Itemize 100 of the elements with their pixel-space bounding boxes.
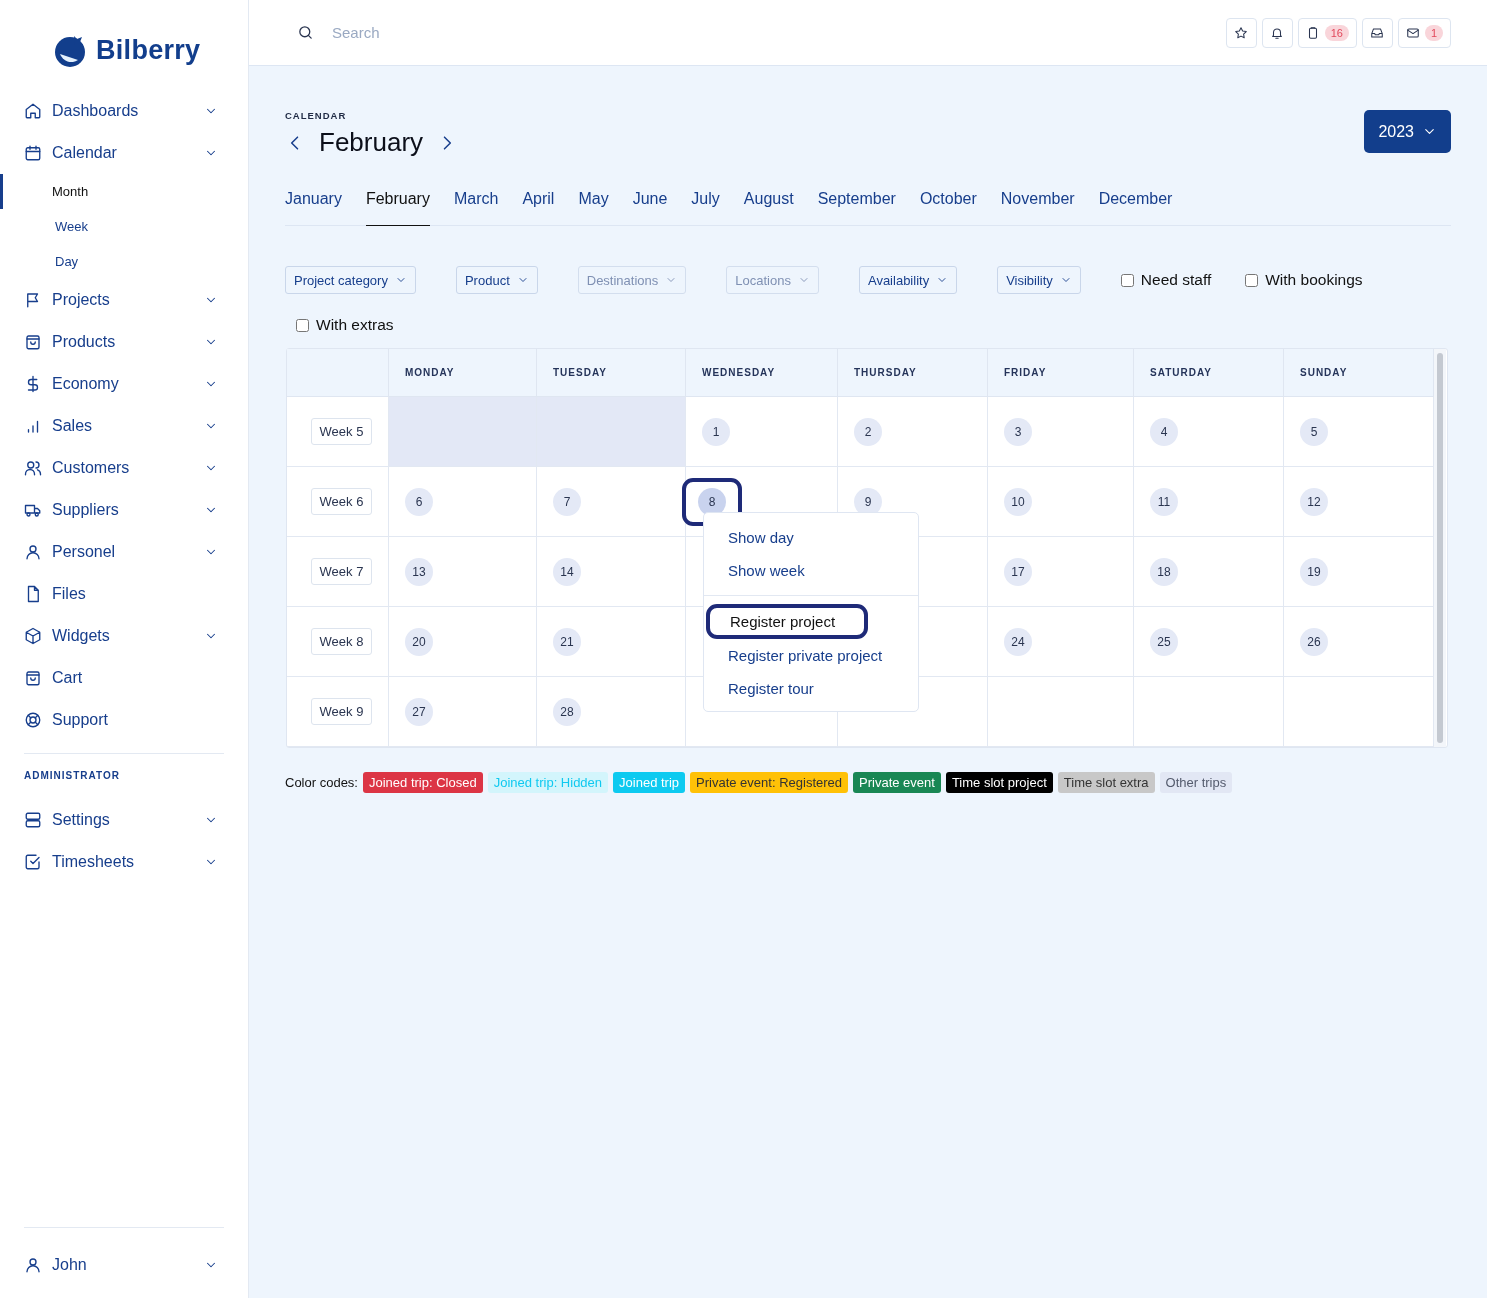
column-header: TUESDAY: [537, 349, 686, 397]
month-tab[interactable]: June: [632, 176, 668, 226]
day-number[interactable]: 3: [1004, 417, 1032, 446]
day-number[interactable]: 20: [405, 627, 433, 656]
filter-dropdown[interactable]: Project category: [285, 266, 416, 294]
checkbox[interactable]: [296, 318, 309, 332]
day-number[interactable]: 10: [1004, 487, 1032, 516]
month-tab[interactable]: May: [578, 176, 609, 226]
user-icon: [24, 543, 42, 561]
nav-item[interactable]: Suppliers: [24, 489, 224, 531]
week-button[interactable]: Week 7: [310, 558, 373, 585]
nav-subitem[interactable]: Day: [0, 244, 224, 279]
month-tab[interactable]: October: [919, 176, 977, 226]
nav-item[interactable]: Products: [24, 321, 224, 363]
day-number[interactable]: 8: [698, 487, 726, 516]
color-code-tag: Private event: Registered: [690, 772, 848, 793]
day-number[interactable]: 11: [1150, 487, 1178, 516]
nav-item[interactable]: Support: [24, 699, 224, 741]
inbox-icon: [1370, 25, 1385, 40]
day-number[interactable]: 6: [405, 487, 433, 516]
bell-icon: [1270, 25, 1285, 40]
day-number[interactable]: 13: [405, 557, 433, 586]
menu-item[interactable]: Register tour: [704, 672, 918, 705]
checkbox[interactable]: [1120, 273, 1134, 287]
column-header: MONDAY: [389, 349, 537, 397]
filter-dropdown[interactable]: Visibility: [997, 266, 1081, 294]
search-icon: [297, 24, 314, 41]
nav-item[interactable]: Dashboards: [24, 90, 224, 132]
day-number[interactable]: 25: [1150, 627, 1178, 656]
menu-item[interactable]: Register project: [706, 604, 868, 639]
filter-dropdown[interactable]: Availability: [858, 266, 958, 294]
day-number[interactable]: 17: [1004, 557, 1032, 586]
month-tab[interactable]: July: [691, 176, 720, 226]
month-tab[interactable]: September: [817, 176, 896, 226]
checkbox-label: With bookings: [1265, 271, 1363, 289]
nav-item[interactable]: Settings: [24, 799, 224, 841]
day-number[interactable]: 1: [702, 417, 730, 446]
nav-item[interactable]: Projects: [24, 279, 224, 321]
week-button[interactable]: Week 6: [310, 488, 373, 515]
search-field[interactable]: Search: [330, 23, 634, 42]
week-button[interactable]: Week 5: [310, 418, 373, 445]
filter-dropdown[interactable]: Product: [455, 266, 538, 294]
color-code-tag: Time slot project: [945, 772, 1053, 793]
column-header: SUNDAY: [1284, 349, 1434, 397]
month-tab[interactable]: February: [365, 176, 430, 226]
lifebuoy-icon: [24, 711, 42, 729]
month-tab[interactable]: December: [1098, 176, 1173, 226]
year-dropdown[interactable]: 2023: [1364, 110, 1451, 153]
month-tab[interactable]: January: [285, 176, 342, 226]
day-number[interactable]: 5: [1300, 417, 1328, 446]
nav-item[interactable]: Timesheets: [24, 841, 224, 883]
nav-item[interactable]: Personel: [24, 531, 224, 573]
nav-item[interactable]: Calendar: [24, 132, 224, 174]
month-tab[interactable]: November: [1000, 176, 1075, 226]
nav-item[interactable]: Customers: [24, 447, 224, 489]
day-number[interactable]: 19: [1300, 557, 1328, 586]
nav-item[interactable]: Files: [24, 573, 224, 615]
nav-item[interactable]: Economy: [24, 363, 224, 405]
day-number[interactable]: 14: [553, 557, 581, 586]
column-header: FRIDAY: [988, 349, 1134, 397]
shopping-bag-icon: [24, 669, 42, 687]
checkbox-label: With extras: [316, 316, 394, 334]
menu-item[interactable]: Register private project: [704, 639, 918, 672]
count-badge: 16: [1324, 24, 1349, 41]
week-button[interactable]: Week 8: [310, 628, 373, 655]
day-number[interactable]: 26: [1300, 627, 1328, 656]
cube-icon: [24, 627, 42, 645]
day-number[interactable]: 7: [553, 487, 581, 516]
star-icon: [1234, 25, 1249, 40]
day-number[interactable]: 2: [854, 417, 882, 446]
nav-item[interactable]: Widgets: [24, 615, 224, 657]
nav-item[interactable]: John: [24, 1244, 224, 1286]
checkbox[interactable]: [1245, 273, 1259, 287]
color-code-tag: Joined trip: [613, 772, 686, 793]
toolbar-button[interactable]: [1361, 17, 1393, 48]
toolbar-button[interactable]: [1261, 17, 1293, 48]
server-icon: [24, 811, 42, 829]
week-button[interactable]: Week 9: [310, 698, 373, 725]
nav-item[interactable]: Cart: [24, 657, 224, 699]
day-number[interactable]: 28: [553, 697, 581, 726]
day-number[interactable]: 12: [1300, 487, 1328, 516]
month-tab[interactable]: August: [743, 176, 794, 226]
day-number[interactable]: 27: [405, 697, 433, 726]
column-header: SATURDAY: [1134, 349, 1284, 397]
month-tab[interactable]: March: [453, 176, 499, 226]
toolbar-button[interactable]: [1225, 17, 1257, 48]
menu-item[interactable]: Show week: [704, 554, 918, 587]
nav-item[interactable]: Sales: [24, 405, 224, 447]
mail-icon: [1405, 25, 1420, 40]
nav-subitem[interactable]: Month: [0, 174, 224, 209]
day-number[interactable]: 24: [1004, 627, 1032, 656]
menu-item[interactable]: Show day: [704, 521, 918, 554]
nav-subitem[interactable]: Week: [0, 209, 224, 244]
month-tab[interactable]: April: [522, 176, 555, 226]
users-icon: [24, 459, 42, 477]
day-number[interactable]: 21: [553, 627, 581, 656]
month-title: February: [319, 127, 424, 158]
day-number[interactable]: 18: [1150, 557, 1178, 586]
color-code-tag: Private event: [853, 772, 941, 793]
day-number[interactable]: 4: [1150, 417, 1178, 446]
